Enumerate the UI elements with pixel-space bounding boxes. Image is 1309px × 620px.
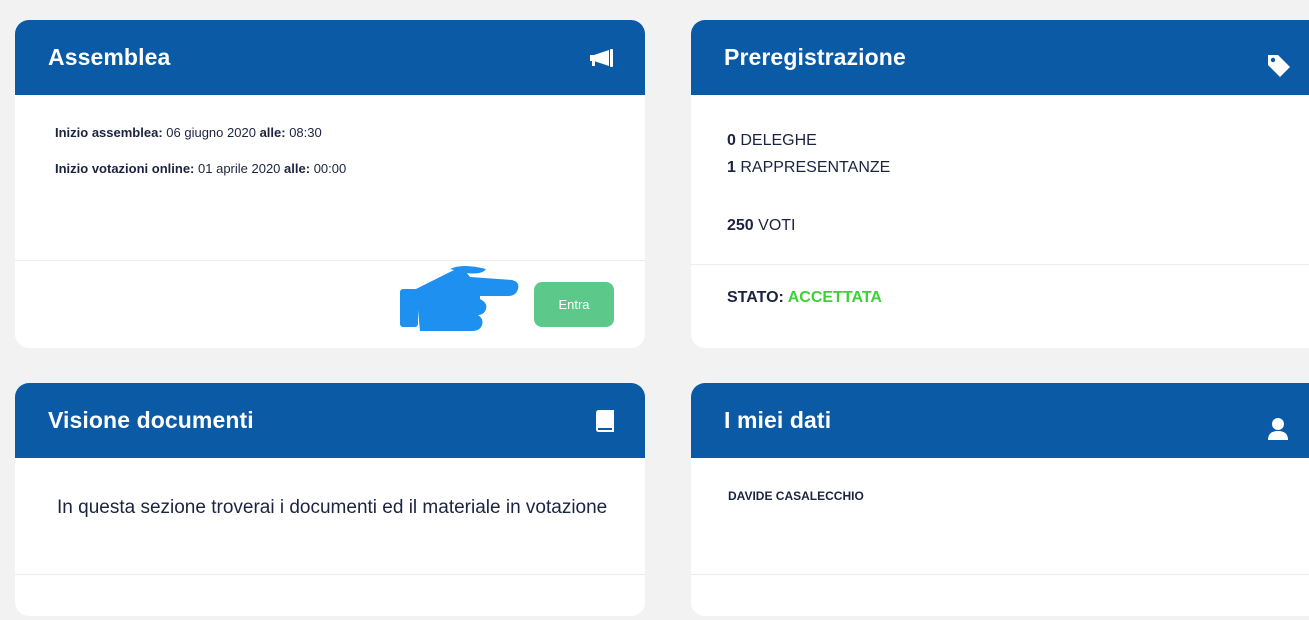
rappresentanze-count: 1	[727, 159, 736, 176]
deleghe-label: DELEGHE	[740, 132, 817, 149]
entra-button[interactable]: Entra	[534, 282, 614, 327]
alle-label: alle:	[259, 125, 286, 140]
book-icon	[595, 409, 615, 433]
visione-documenti-header: Visione documenti	[15, 383, 645, 458]
card-divider	[691, 264, 1309, 265]
inizio-assemblea-label: Inizio assemblea:	[55, 125, 163, 140]
voti-count: 250	[727, 217, 754, 234]
stato-value: ACCETTATA	[787, 289, 882, 306]
card-divider	[691, 574, 1309, 575]
preregistrazione-title: Preregistrazione	[724, 44, 906, 70]
user-icon	[1267, 417, 1289, 441]
visione-documenti-title: Visione documenti	[48, 407, 254, 433]
rappresentanze-label: RAPPRESENTANZE	[740, 159, 891, 176]
card-divider	[15, 260, 645, 261]
inizio-votazioni-date: 01 aprile 2020	[198, 161, 281, 176]
voti-label: VOTI	[758, 217, 796, 234]
tag-icon	[1267, 54, 1291, 78]
voti-line: 250 VOTI	[727, 217, 796, 235]
deleghe-line: 0 DELEGHE	[727, 132, 817, 150]
inizio-votazioni-line: Inizio votazioni online: 01 aprile 2020 …	[55, 161, 346, 176]
inizio-assemblea-time: 08:30	[289, 125, 322, 140]
inizio-assemblea-line: Inizio assemblea: 06 giugno 2020 alle: 0…	[55, 125, 322, 140]
miei-dati-header: I miei dati	[691, 383, 1309, 458]
inizio-votazioni-label: Inizio votazioni online:	[55, 161, 195, 176]
alle-label: alle:	[284, 161, 311, 176]
inizio-assemblea-date: 06 giugno 2020	[166, 125, 256, 140]
inizio-votazioni-time: 00:00	[313, 161, 347, 176]
stato-line: STATO: ACCETTATA	[727, 289, 882, 307]
assemblea-title: Assemblea	[48, 44, 171, 70]
assemblea-header: Assemblea	[15, 20, 645, 95]
visione-documenti-text: In questa sezione troverai i documenti e…	[57, 497, 608, 518]
visione-documenti-card[interactable]: Visione documenti In questa sezione trov…	[15, 383, 645, 616]
megaphone-icon	[589, 48, 615, 67]
miei-dati-title: I miei dati	[724, 407, 832, 433]
card-divider	[15, 574, 645, 575]
preregistrazione-card: Preregistrazione 0 DELEGHE 1 RAPPRESENTA…	[691, 20, 1309, 348]
rappresentanze-line: 1 RAPPRESENTANZE	[727, 159, 890, 177]
stato-label: STATO:	[727, 289, 784, 306]
deleghe-count: 0	[727, 132, 736, 149]
preregistrazione-header: Preregistrazione	[691, 20, 1309, 95]
user-name: DAVIDE CASALECCHIO	[728, 489, 864, 503]
miei-dati-card: I miei dati DAVIDE CASALECCHIO	[691, 383, 1309, 616]
assemblea-card: Assemblea Inizio assemblea: 06 giugno 20…	[15, 20, 645, 348]
pointing-hand-icon	[400, 265, 535, 340]
